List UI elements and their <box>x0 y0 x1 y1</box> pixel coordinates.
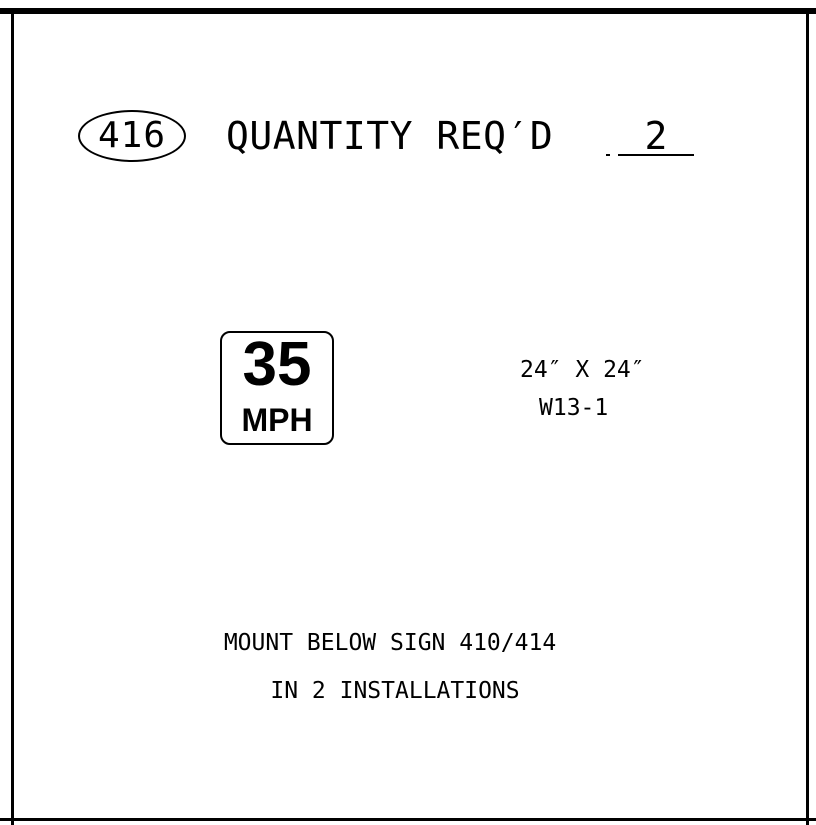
border-top <box>0 8 816 14</box>
quantity-label: QUANTITY REQ′D <box>226 114 554 158</box>
mounting-note-line-2: IN 2 INSTALLATIONS <box>270 678 520 704</box>
sign-id-number: 416 <box>97 115 167 156</box>
quantity-tick-mark <box>606 154 610 156</box>
border-right <box>806 8 809 825</box>
mounting-note-line-1: MOUNT BELOW SIGN 410/414 <box>223 630 557 656</box>
sign-size-label: 24″ X 24″ <box>520 357 645 383</box>
sign-code-label: W13-1 <box>539 395 609 421</box>
sheet-frame: 416 QUANTITY REQ′D 2 35 MPH 24″ X 24″ W1… <box>0 0 816 825</box>
quantity-value: 2 <box>618 112 694 158</box>
speed-sign-number: 35 <box>242 330 312 399</box>
border-bottom <box>0 818 816 821</box>
speed-sign-unit: MPH <box>241 402 313 438</box>
